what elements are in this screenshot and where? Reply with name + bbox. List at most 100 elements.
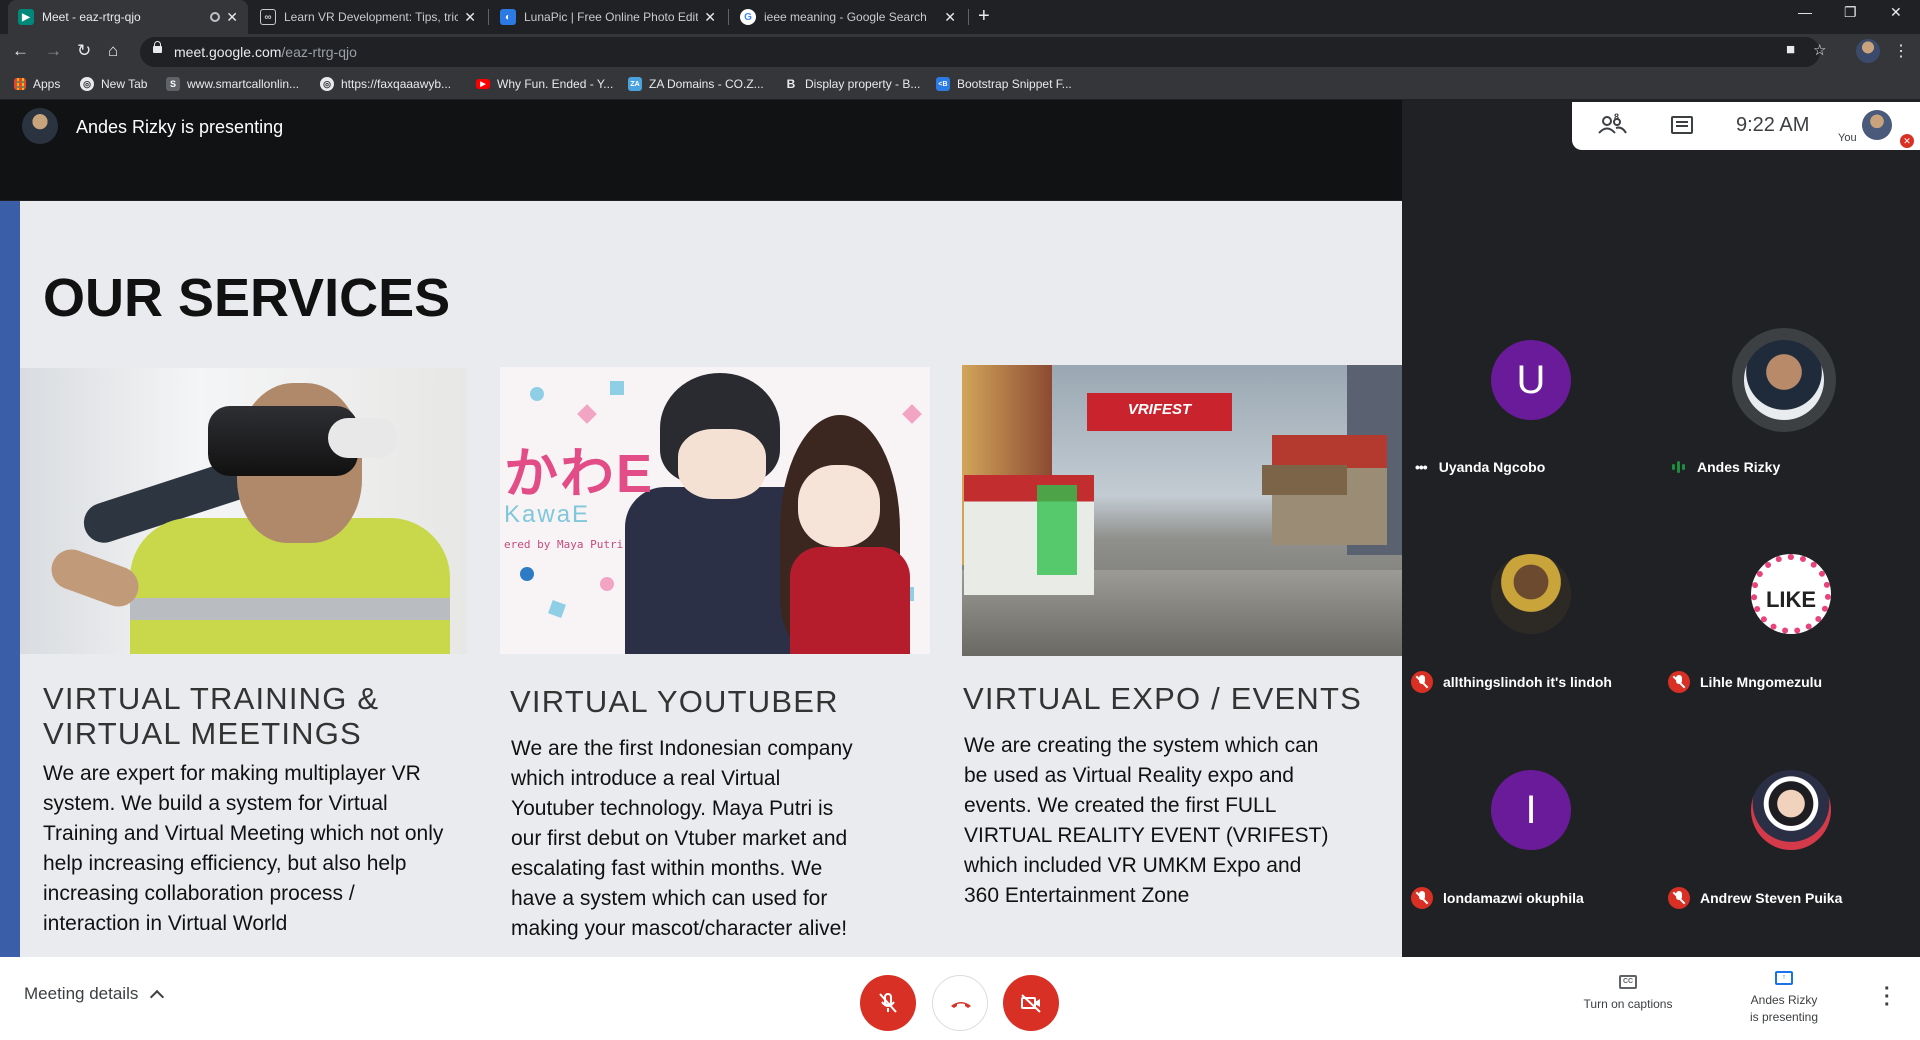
close-tab-icon[interactable]: ✕ — [226, 9, 238, 26]
tab-separator — [968, 9, 969, 25]
service-body-expo: We are creating the system which can be … — [964, 734, 1329, 907]
hang-up-icon — [951, 1002, 971, 1008]
self-label: You — [1838, 132, 1857, 144]
tab-title: Learn VR Development: Tips, trick — [284, 10, 459, 24]
confetti-shape — [530, 387, 544, 401]
url-path: /eaz-rtrg-qjo — [281, 44, 357, 60]
new-tab-button[interactable]: + — [978, 5, 990, 28]
slide-accent-bar — [0, 201, 20, 958]
presenting-label-2: is presenting — [1749, 1010, 1819, 1024]
camera-icon[interactable]: ■ — [1786, 41, 1795, 58]
participant-name: Andrew Steven Puika — [1700, 890, 1843, 906]
bookmark-label: Why Fun. Ended - Y... — [497, 77, 614, 91]
presenting-button[interactable]: ↑ Andes Rizky is presenting — [1714, 967, 1854, 1024]
confetti-shape — [600, 577, 614, 591]
tab-separator — [488, 9, 489, 25]
confetti-shape — [548, 600, 566, 618]
bookmark-label: New Tab — [101, 77, 148, 91]
google-icon: G — [740, 9, 756, 25]
captions-button[interactable]: CC Turn on captions — [1558, 971, 1698, 1011]
participant-name: Andes Rizky — [1697, 459, 1781, 475]
meet-controls-bar: Meeting details CC Turn on captions ↑ An… — [0, 957, 1920, 1040]
za-domains-icon: ZA — [628, 77, 642, 91]
tab-google-meet[interactable]: ▶ Meet - eaz-rtrg-qjo ✕ — [8, 0, 248, 34]
muted-mic-icon — [1411, 671, 1433, 693]
camera-off-icon — [1021, 994, 1041, 1013]
anime-girl-body-shape — [790, 547, 910, 654]
close-window-icon[interactable]: ✕ — [1890, 4, 1902, 21]
vr-headset-shape — [208, 406, 398, 476]
globe-icon: ◎ — [80, 77, 94, 91]
muted-mic-icon — [1411, 887, 1433, 909]
participant-name: londamazwi okuphila — [1443, 890, 1584, 906]
profile-avatar[interactable] — [1856, 39, 1880, 63]
reload-icon[interactable]: ↻ — [77, 41, 91, 61]
anime-girl-face-shape — [798, 465, 880, 547]
expo-signpost-shape — [1262, 465, 1347, 495]
participant-name-row: londamazwi okuphila — [1411, 887, 1584, 909]
bookmark-youtube[interactable]: ▶ Why Fun. Ended - Y... — [476, 77, 613, 91]
recording-indicator-icon — [210, 12, 221, 22]
bookmark-label: ZA Domains - CO.Z... — [649, 77, 764, 91]
confetti-shape — [610, 381, 624, 395]
people-icon[interactable] — [1598, 113, 1628, 137]
more-options-dots-icon[interactable]: ••• — [1415, 459, 1428, 475]
browser-menu-icon[interactable]: ⋮ — [1893, 41, 1909, 61]
microphone-toggle-button[interactable] — [860, 975, 916, 1031]
bookmark-label: https://faxqaaawyb... — [341, 77, 452, 91]
tab-google-search[interactable]: G ieee meaning - Google Search ✕ — [730, 0, 966, 34]
more-options-icon[interactable]: · · · — [1884, 979, 1891, 1015]
participant-name-row: Lihle Mngomezulu — [1668, 671, 1822, 693]
minimize-icon[interactable]: — — [1798, 4, 1812, 20]
bookmark-display-property[interactable]: B Display property - B... — [784, 77, 921, 91]
close-tab-icon[interactable]: ✕ — [704, 9, 716, 26]
avatar — [1751, 770, 1831, 850]
camera-toggle-button[interactable] — [1003, 975, 1059, 1031]
leave-call-button[interactable] — [932, 975, 988, 1031]
like-avatar: LIKE — [1751, 554, 1831, 634]
url-host: meet.google.com — [174, 44, 282, 60]
chat-icon[interactable] — [1671, 116, 1693, 134]
service-body-youtuber: We are the first Indonesian company whic… — [511, 737, 853, 940]
bookmark-apps[interactable]: Apps — [14, 77, 60, 91]
restore-icon[interactable]: ❐ — [1844, 4, 1857, 21]
apps-grid-icon — [14, 78, 26, 90]
bookmark-za-domains[interactable]: ZA ZA Domains - CO.Z... — [628, 77, 764, 91]
bookmark-faxqaaawyb[interactable]: ◎ https://faxqaaawyb... — [320, 77, 451, 91]
bootstrap-icon: B — [786, 77, 796, 91]
bookmark-smartcall[interactable]: S www.smartcallonlin... — [166, 77, 299, 91]
participant-name-row: ••• Uyanda Ngcobo — [1415, 459, 1545, 475]
url-text[interactable]: meet.google.com/eaz-rtrg-qjo — [174, 44, 357, 60]
browser-toolbar: ← → ↻ ⌂ meet.google.com/eaz-rtrg-qjo ■ ☆… — [0, 34, 1920, 70]
presenting-title: Andes Rizky is presenting — [76, 117, 284, 137]
close-tab-icon[interactable]: ✕ — [944, 9, 956, 26]
lock-icon[interactable] — [153, 41, 162, 53]
back-icon[interactable]: ← — [12, 41, 29, 61]
tab-title: ieee meaning - Google Search — [764, 10, 927, 24]
confetti-shape — [902, 404, 922, 424]
close-tab-icon[interactable]: ✕ — [464, 9, 476, 26]
bookmark-star-icon[interactable]: ☆ — [1813, 41, 1826, 59]
bookmark-bootstrap-snippet[interactable]: <B Bootstrap Snippet F... — [936, 77, 1072, 91]
service-heading-expo: VIRTUAL EXPO / EVENTS — [963, 681, 1363, 716]
meeting-details-button[interactable]: Meeting details — [24, 984, 165, 1004]
self-avatar[interactable] — [1862, 110, 1892, 140]
present-screen-icon: ↑ — [1775, 971, 1793, 985]
address-bar[interactable]: meet.google.com/eaz-rtrg-qjo ■ ☆ — [140, 37, 1826, 67]
confetti-shape — [520, 567, 534, 581]
vr-expo-image: VRIFEST — [962, 365, 1402, 656]
meeting-info-panel: 8 9:22 AM You ✕ — [1572, 102, 1920, 150]
tab-lunapic[interactable]: ◐ LunaPic | Free Online Photo Edito ✕ — [490, 0, 726, 34]
participant-name: Lihle Mngomezulu — [1700, 674, 1823, 690]
bookmark-new-tab[interactable]: ◎ New Tab — [80, 77, 147, 91]
meet-stage: Andes Rizky is presenting 8 9:22 AM You … — [0, 100, 1920, 1040]
forward-icon[interactable]: → — [45, 41, 62, 61]
slide-title: OUR SERVICES — [43, 268, 451, 328]
presentation-slide: OUR SERVICES かわE KawaE ered by Maya Putr… — [0, 201, 1402, 958]
home-icon[interactable]: ⌂ — [108, 41, 118, 61]
avatar: I — [1491, 770, 1571, 850]
participant-name-row: Andes Rizky — [1672, 459, 1780, 475]
tab-separator — [728, 9, 729, 25]
tab-learn-vr[interactable]: ∞ Learn VR Development: Tips, trick ✕ — [250, 0, 486, 34]
service-body-training: We are expert for making multiplayer VR … — [43, 762, 444, 935]
